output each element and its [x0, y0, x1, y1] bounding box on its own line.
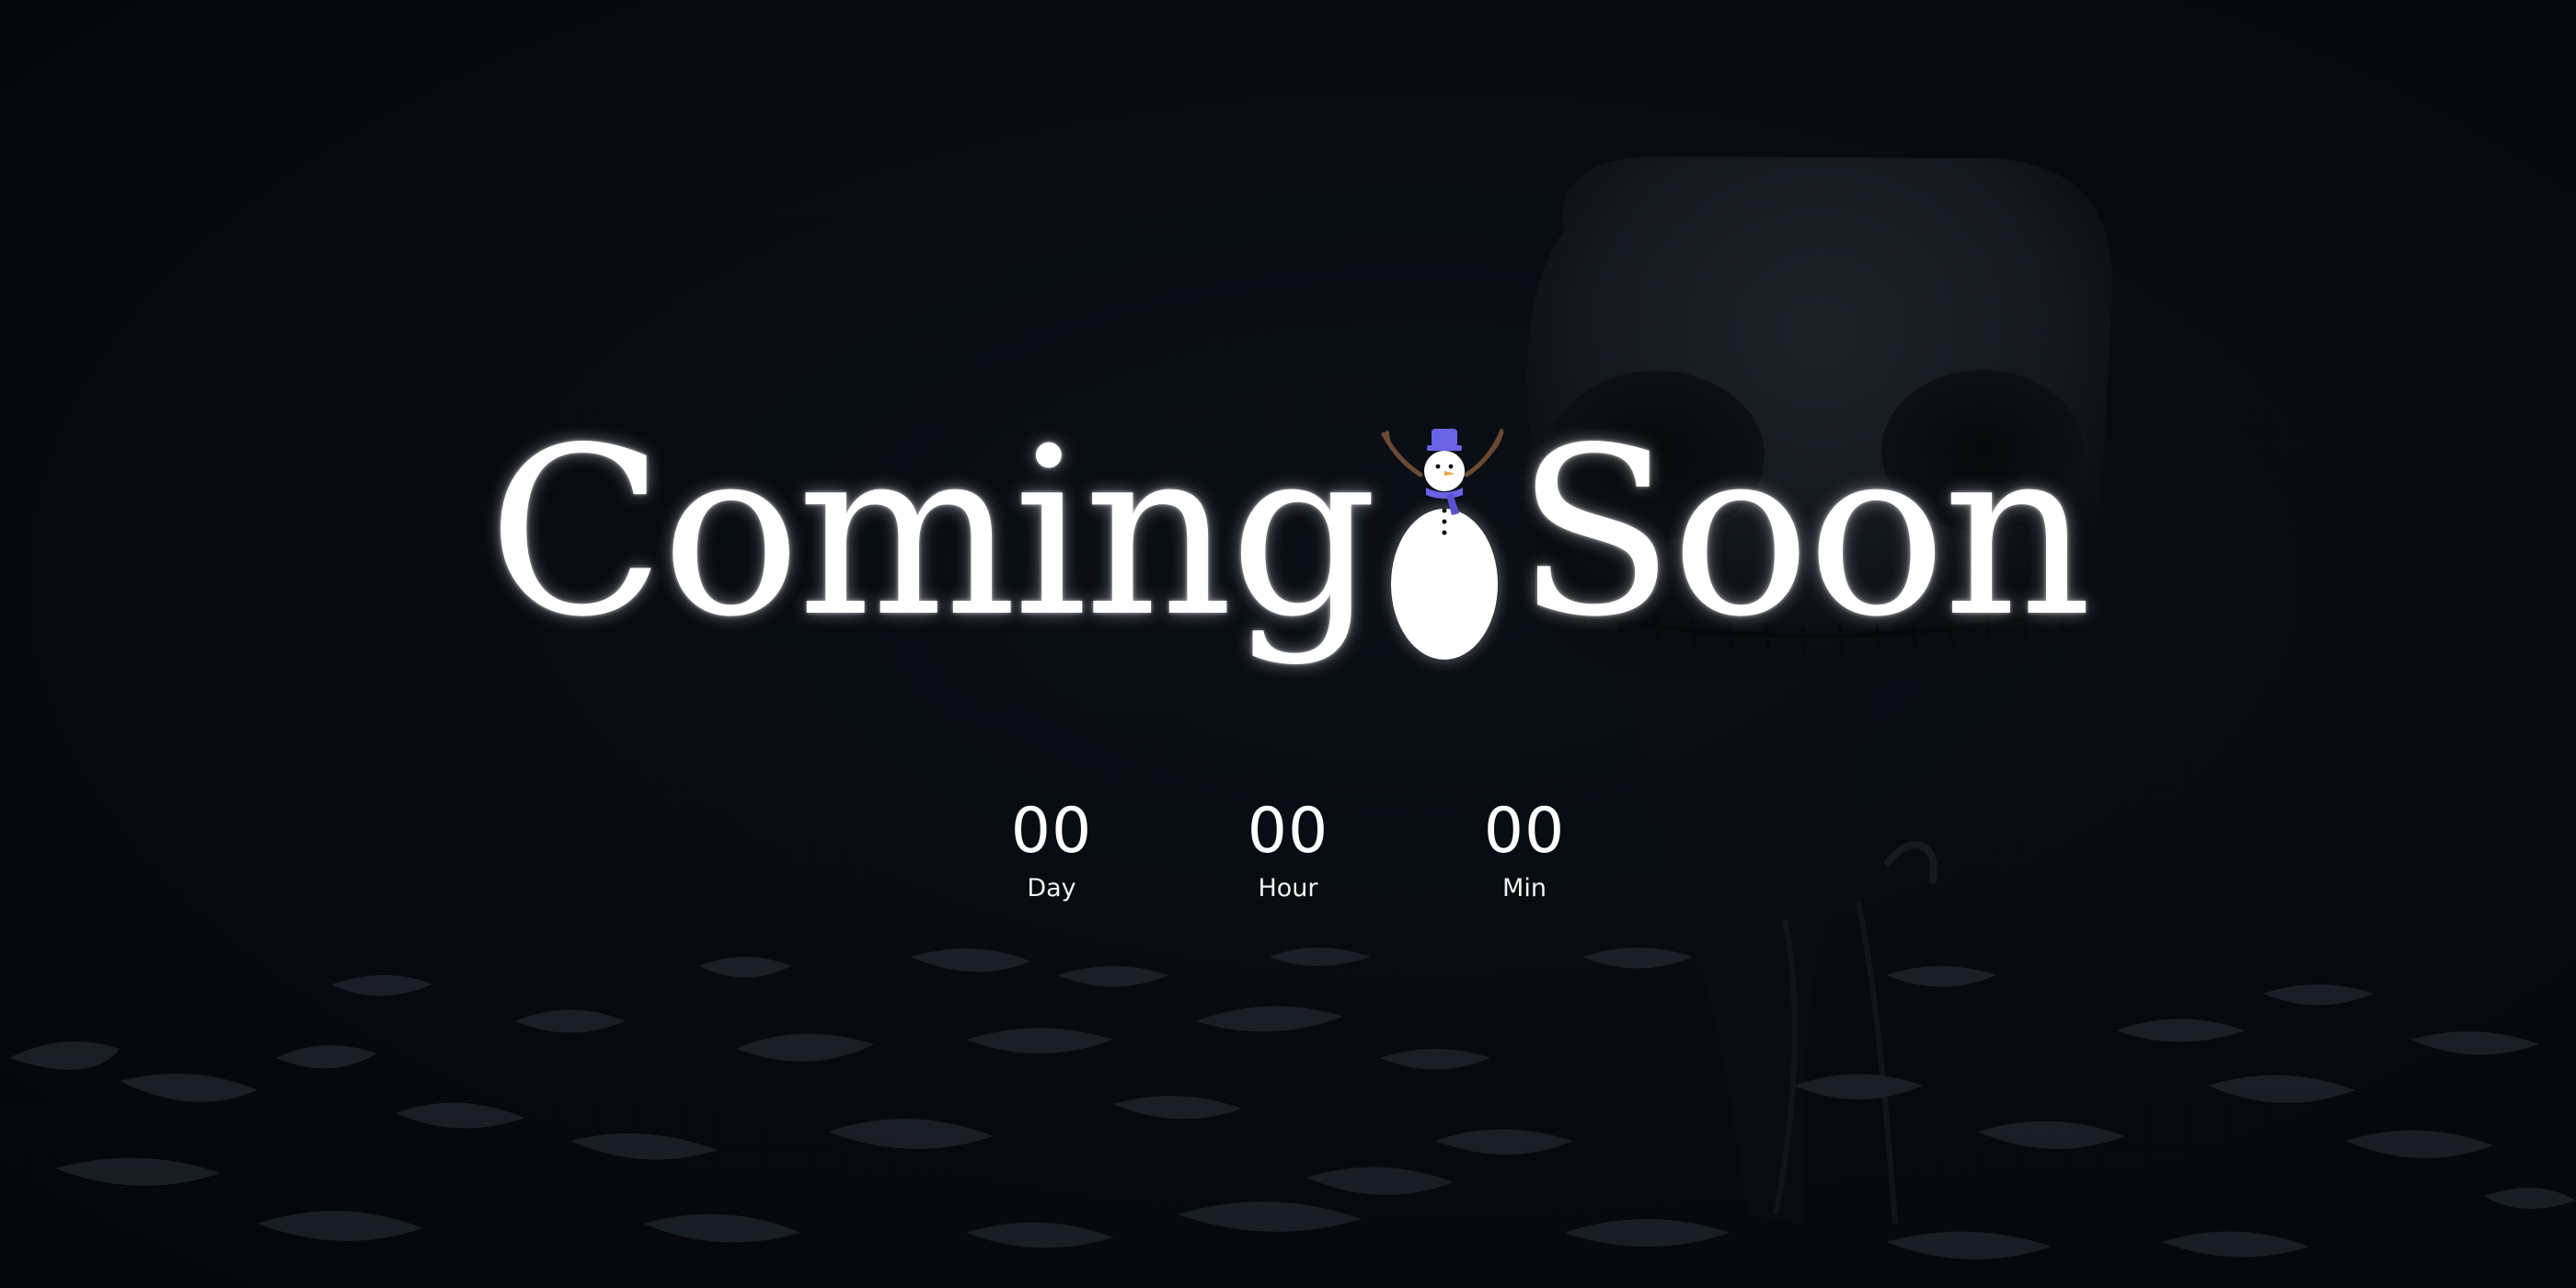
countdown-min: 00 Min — [1474, 800, 1575, 920]
countdown-hour: 00 Hour — [1237, 800, 1339, 920]
countdown-day-value: 00 — [1010, 795, 1093, 868]
snowman-icon — [1381, 429, 1504, 660]
headline-word-coming: Coming — [487, 398, 1378, 668]
countdown-min-value: 00 — [1483, 795, 1566, 868]
countdown-hour-value: 00 — [1247, 795, 1329, 868]
countdown-min-label: Min — [1502, 874, 1547, 903]
countdown-day-label: Day — [1027, 874, 1076, 903]
countdown-hour-label: Hour — [1258, 874, 1318, 903]
headline: Coming Soon — [0, 396, 2576, 690]
coming-soon-page: Coming Soon 00 Day 00 Hour 00 Min — [0, 0, 2576, 1288]
countdown-day: 00 Day — [1001, 800, 1102, 920]
countdown-timer: 00 Day 00 Hour 00 Min — [1001, 800, 1575, 920]
headline-word-soon: Soon — [1515, 398, 2092, 668]
